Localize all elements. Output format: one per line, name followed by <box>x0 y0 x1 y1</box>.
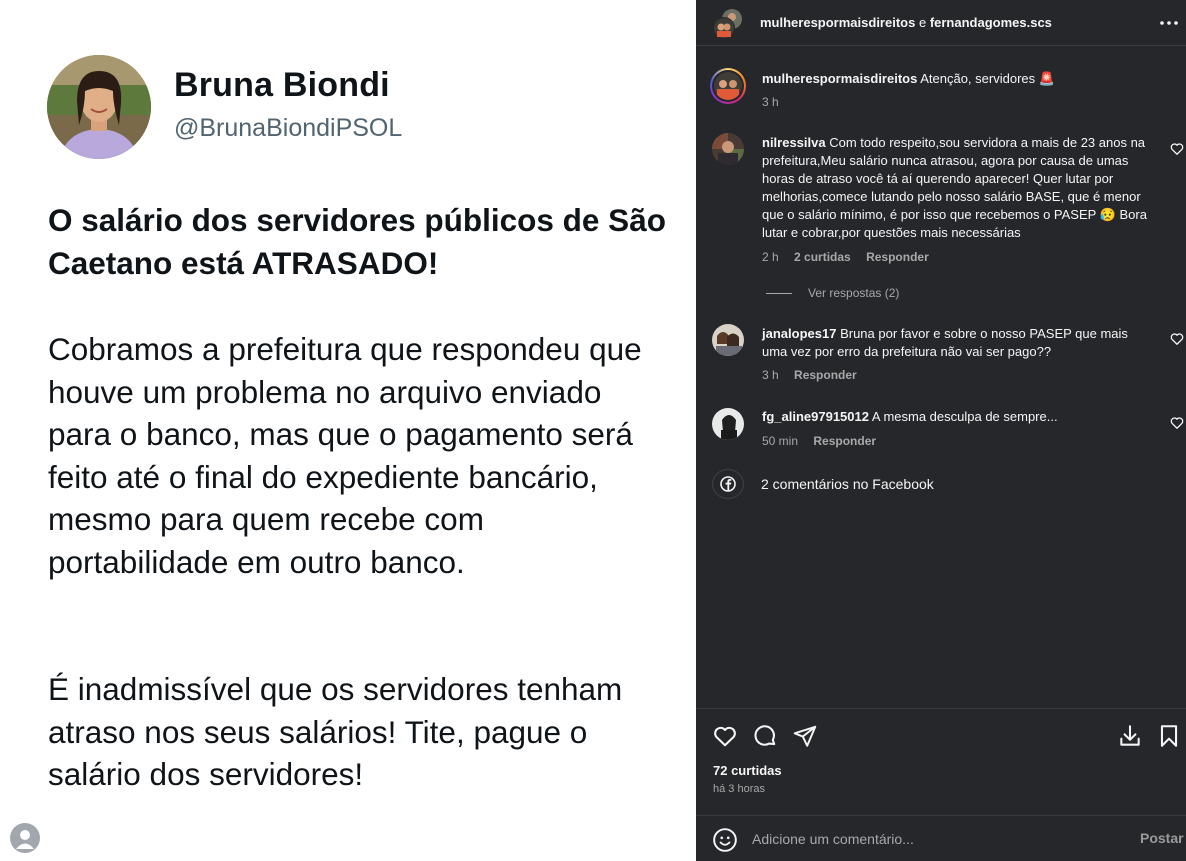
comment-meta: 3 h Responder <box>762 368 869 382</box>
reply-button[interactable]: Responder <box>866 250 929 264</box>
divider-line <box>766 293 792 295</box>
commenter-avatar[interactable] <box>712 408 744 440</box>
account-icon[interactable] <box>10 823 40 853</box>
comments-panel: mulherespormaisdireitos e fernandagomes.… <box>696 0 1186 861</box>
comment-body: janalopes17 Bruna por favor e sobre o no… <box>762 325 1154 361</box>
tweet-author-name: Bruna Biondi <box>174 66 390 104</box>
add-comment-bar: Postar <box>696 815 1186 861</box>
caption-meta: 3 h <box>762 95 791 109</box>
comment-time: 2 h <box>762 250 779 264</box>
comment-text: A mesma desculpa de sempre... <box>871 409 1058 424</box>
comment-meta: 2 h 2 curtidas Responder <box>762 250 941 264</box>
comment-likes[interactable]: 2 curtidas <box>794 250 851 264</box>
tweet-author-handle: @BrunaBiondiPSOL <box>174 114 403 142</box>
comment-text: Com todo respeito,sou servidora a mais d… <box>762 135 1147 240</box>
comment-like-icon[interactable] <box>1170 416 1184 430</box>
author-username[interactable]: mulherespormaisdireitos <box>760 15 915 30</box>
tweet-paragraph: É inadmissível que os servidores tenham … <box>48 671 623 792</box>
collab-avatars[interactable] <box>712 8 744 40</box>
tweet-avatar <box>47 55 151 159</box>
comment-like-icon[interactable] <box>1170 332 1184 346</box>
comment-username[interactable]: nilressilva <box>762 135 826 150</box>
view-replies-label: Ver respostas (2) <box>808 286 900 300</box>
bookmark-icon[interactable] <box>1156 723 1182 749</box>
caption-avatar[interactable] <box>710 68 746 104</box>
post-caption: mulherespormaisdireitos Atenção, servido… <box>762 70 1154 88</box>
heart-icon[interactable] <box>712 723 738 749</box>
tweet-headline: O salário dos servidores públicos de São… <box>48 202 666 281</box>
caption-username[interactable]: mulherespormaisdireitos <box>762 71 917 86</box>
post-actions <box>696 708 1186 756</box>
post-header: mulherespormaisdireitos e fernandagomes.… <box>696 0 1186 46</box>
comment-input[interactable] <box>752 828 1112 850</box>
post-timestamp[interactable]: há 3 horas <box>713 783 765 795</box>
comment-username[interactable]: fg_aline97915012 <box>762 409 869 424</box>
view-replies-button[interactable]: Ver respostas (2) <box>766 286 899 300</box>
reply-button[interactable]: Responder <box>813 434 876 448</box>
authors-joiner: e <box>918 15 927 30</box>
comment-time: 3 h <box>762 368 779 382</box>
post-comment-button[interactable]: Postar <box>1140 830 1184 846</box>
share-icon[interactable] <box>792 723 818 749</box>
likes-count[interactable]: 72 curtidas <box>713 763 782 778</box>
facebook-icon <box>712 469 744 499</box>
tweet-paragraph: Cobramos a prefeitura que respondeu que … <box>48 331 642 580</box>
author-username[interactable]: fernandagomes.scs <box>930 15 1052 30</box>
download-icon[interactable] <box>1117 723 1143 749</box>
post-image: Bruna Biondi @BrunaBiondiPSOL O salário … <box>0 0 696 861</box>
reply-button[interactable]: Responder <box>794 368 857 382</box>
comment-meta: 50 min Responder <box>762 434 888 448</box>
comment-icon[interactable] <box>752 723 778 749</box>
caption-time: 3 h <box>762 95 779 109</box>
more-horizontal-icon[interactable] <box>1158 12 1180 32</box>
caption-text: Atenção, servidores 🚨 <box>920 71 1055 86</box>
comment-username[interactable]: janalopes17 <box>762 326 836 341</box>
commenter-avatar[interactable] <box>712 133 744 165</box>
facebook-comments-label: 2 comentários no Facebook <box>761 476 934 492</box>
comment-like-icon[interactable] <box>1170 142 1184 156</box>
emoji-icon[interactable] <box>712 827 738 853</box>
post-authors: mulherespormaisdireitos e fernandagomes.… <box>760 15 1052 30</box>
comment-body: fg_aline97915012 A mesma desculpa de sem… <box>762 408 1154 426</box>
comment-body: nilressilva Com todo respeito,sou servid… <box>762 134 1154 242</box>
commenter-avatar[interactable] <box>712 324 744 356</box>
comment-time: 50 min <box>762 434 799 448</box>
